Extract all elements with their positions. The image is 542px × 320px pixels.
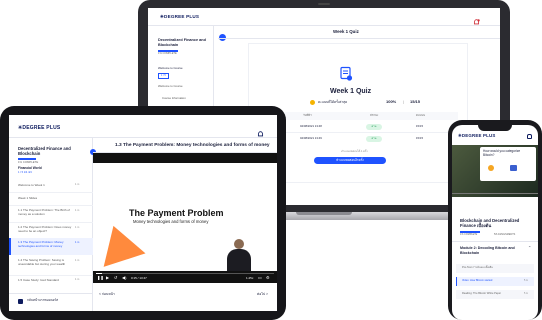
laptop-camera	[318, 3, 330, 5]
phone-question: How would you categorize Bitcoin?	[483, 149, 521, 157]
presenter-figure	[234, 239, 244, 249]
tablet-video-player[interactable]: The Payment Problem Money technologies a…	[92, 153, 277, 283]
laptop-retake-button[interactable]: ทำแบบทดสอบอีกครั้ง	[314, 157, 386, 164]
laptop-logo[interactable]: ✳DEGREE PLUS	[160, 14, 199, 19]
tablet-sidebar: Decentralized Finance and Blockchain 1% …	[9, 138, 93, 311]
phone-lesson-3[interactable]: Reading: The Bitcoin White Paper	[462, 292, 501, 296]
tablet-lesson-3-duration: 1 m	[75, 209, 80, 212]
tablet-lesson-6[interactable]: 1.4 The Saving Problem: Saving is unavoi…	[18, 258, 74, 267]
tablet-notification-icon[interactable]	[257, 125, 264, 137]
quiz-document-icon	[338, 66, 354, 82]
tablet-lesson-1-duration: 1 m	[75, 183, 80, 186]
score-separator: |	[403, 99, 405, 104]
trophy-icon	[310, 100, 315, 105]
phone-lesson-2-duration: 5 m	[524, 278, 528, 282]
rewind-icon[interactable]: ↺	[114, 275, 117, 280]
tablet-lesson-4[interactable]: 1.2 The Payment Problem: Does money need…	[18, 225, 74, 234]
phone-module-title[interactable]: Module 2: Decoding Bitcoin and Blockchai…	[460, 246, 526, 255]
video-subtitle: Money technologies and forms of money	[133, 219, 209, 224]
chevron-up-icon[interactable]: ⌃	[528, 245, 531, 250]
lesson-divider	[9, 275, 93, 276]
laptop-quiz-title: Week 1 Quiz	[330, 88, 372, 95]
laptop-base-notch	[296, 212, 352, 215]
phone-logo[interactable]: ✳DEGREE PLUS	[458, 133, 496, 139]
laptop-progress-label: 1% COMPLETE	[158, 52, 177, 55]
lesson-divider	[9, 222, 93, 223]
tablet-week-tag: 1 / 5 1/4 4/4	[18, 171, 32, 174]
laptop-score-label: คะแนนที่ได้ครั้งล่าสุด	[318, 100, 348, 104]
phone-lesson-3-duration: 5 m	[524, 291, 528, 295]
tablet-course-title: Decentralized Finance and Blockchain	[18, 146, 71, 157]
tablet-week-title: Financial World	[18, 166, 42, 170]
tablet-progress-label: 1% COMPLETE	[18, 160, 39, 164]
laptop-table-header-row	[258, 112, 458, 120]
tablet-lesson-6-duration: 1 m	[75, 259, 80, 262]
tablet-lesson-7-duration: 1 m	[75, 278, 80, 281]
table-row-1-date: 04/08/2021 13:48	[300, 124, 322, 128]
video-speed[interactable]: 1.25x	[246, 276, 253, 280]
lesson-divider	[9, 192, 93, 193]
tablet-screen: ✳DEGREE PLUS Decentralized Finance and B…	[9, 115, 277, 311]
video-progress-track[interactable]	[96, 273, 274, 274]
volume-icon[interactable]: ◀)	[122, 275, 126, 280]
lesson-divider	[9, 205, 93, 206]
table-row-1-status: ผ่าน	[366, 123, 382, 130]
laptop-score-fraction: 15/15	[410, 99, 421, 104]
header-divider	[218, 38, 500, 39]
phone-divider	[452, 241, 538, 242]
video-title: The Payment Problem	[129, 208, 224, 218]
table-header-score: คะแนน	[416, 113, 425, 117]
settings-gear-icon[interactable]: ⚙	[266, 275, 270, 280]
phone-progress-left: 1% COMPLETE	[460, 233, 478, 236]
tablet-back-to-course[interactable]: กลับหน้าแรกของคอร์ส	[27, 298, 58, 303]
tablet-lesson-7[interactable]: 1.5 Case Study: Iced Standard	[18, 278, 59, 282]
phone-lesson-1[interactable]: Pre-Test การเงินแบบดั้งเดิม	[462, 266, 493, 270]
home-icon	[18, 299, 23, 304]
active-indicator	[9, 238, 11, 255]
laptop-sidebar-item-2[interactable]: Welcome to Course	[158, 84, 183, 88]
tablet-next-button[interactable]: ต่อไป >	[257, 292, 268, 297]
phone-video-progress[interactable]	[452, 193, 538, 194]
phone-course-title: Blockchain and Decentralized Finance เบื…	[460, 218, 520, 229]
laptop-score-value: 100%	[386, 99, 397, 104]
tablet-lesson-2[interactable]: Week 1 Slides	[18, 196, 37, 200]
presenter-body	[227, 249, 251, 271]
laptop-sidebar-item-3[interactable]: Course Information	[162, 96, 186, 100]
laptop-content-header: Week 1 Quiz	[333, 29, 359, 34]
tablet-logo[interactable]: ✳DEGREE PLUS	[18, 125, 60, 132]
phone-notification-icon[interactable]	[527, 134, 532, 139]
table-row-2-date: 04/08/2021 13:49	[300, 136, 322, 140]
laptop-week-tag: 1 / 5	[158, 73, 169, 79]
currency-option-icon[interactable]	[510, 165, 517, 171]
tablet-prev-button[interactable]: < ก่อนหน้า	[99, 292, 115, 297]
table-row-2-score: 15/15	[416, 136, 423, 140]
tablet-lesson-1[interactable]: Welcome to Week 1	[18, 183, 45, 187]
tablet-lesson-4-duration: 1 m	[75, 226, 80, 229]
video-progress-fill	[96, 273, 102, 274]
tablet-lesson-3[interactable]: 1.1 The Payment Problem: The Birth of mo…	[18, 208, 74, 217]
table-header-date: วันที่ทำ	[303, 113, 312, 117]
table-row-divider	[258, 132, 458, 133]
table-header-status: สถานะ	[370, 113, 379, 117]
table-row-2-status: ผ่าน	[366, 135, 382, 142]
video-time-display: 0:15 / 13:47	[131, 276, 147, 280]
tablet-lesson-5-duration: 1 m	[75, 241, 80, 244]
phone-notch	[478, 124, 512, 131]
play-pause-icon[interactable]: ❚❚	[97, 275, 104, 280]
phone-video-player[interactable]: How would you categorize Bitcoin?	[452, 145, 538, 197]
sidebar-footer-divider	[9, 293, 93, 294]
laptop-course-title: Decentralized Finance and Blockchain	[158, 38, 206, 47]
phone-lesson-2[interactable]: Video: How Bitcoin started	[462, 279, 492, 283]
laptop-sidebar-item-1[interactable]: Welcome to Course	[158, 66, 183, 70]
skip-forward-icon[interactable]: ▶	[106, 275, 109, 280]
tablet-lesson-5[interactable]: 1.3 The Payment Problem: Money technolog…	[18, 240, 74, 249]
laptop-attempts-note: ทำแบบทดสอบได้ 1 ครั้ง	[341, 150, 368, 153]
phone-screen: ✳DEGREE PLUS How would you categorize Bi…	[452, 125, 538, 320]
captions-icon[interactable]: ▭	[258, 275, 262, 280]
phone-progress-right: 5/6 ASSIGNMENTS	[494, 233, 516, 236]
laptop-notification-icon[interactable]	[473, 13, 480, 25]
tablet-content-header: 1.3 The Payment Problem: Money technolog…	[115, 143, 270, 148]
bitcoin-option-icon[interactable]	[488, 165, 494, 171]
table-row-1-score: 15/15	[416, 124, 423, 128]
